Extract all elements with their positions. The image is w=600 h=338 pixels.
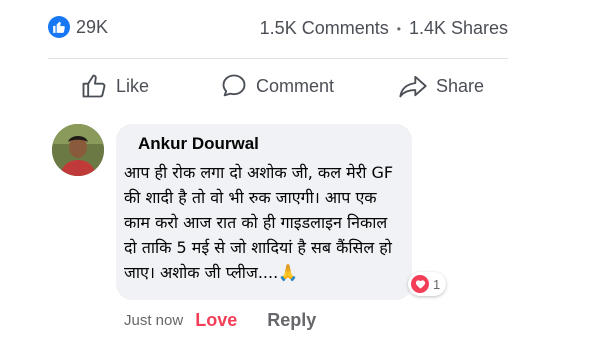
like-count-text: 29K [76, 16, 109, 37]
thumbs-up-icon [80, 72, 108, 100]
share-count[interactable]: 1.4K Shares [409, 18, 508, 39]
like-button[interactable]: Like [80, 72, 149, 100]
comment-reaction-count[interactable]: 1 [408, 272, 447, 296]
comment-text-line: जाए। अशोक जी प्लीज....🙏 [124, 263, 299, 282]
avatar[interactable] [52, 124, 104, 176]
share-arrow-icon [398, 72, 428, 100]
comment-button[interactable]: Comment [220, 72, 334, 100]
share-button[interactable]: Share [398, 72, 484, 100]
comment-text-line: दो ताकि 5 मई से जो शादियां है सब कैंसिल … [124, 238, 392, 257]
comment-text-line: आप ही रोक लगा दो अशोक जी, कल मेरी GF [124, 163, 394, 182]
reply-button[interactable]: Reply [267, 310, 316, 331]
post-action-bar: Like Comment Share [80, 72, 500, 106]
post-stats-bar: 29K 1.5K Comments • 1.4K Shares [48, 16, 508, 42]
comment-label: Comment [256, 75, 335, 96]
comment-text-line: काम करो आज रात को ही गाइडलाइन निकाल [124, 213, 388, 232]
stats-separator: • [396, 21, 401, 36]
thumbs-up-badge-icon [48, 16, 70, 38]
comment-count[interactable]: 1.5K Comments [260, 18, 389, 39]
like-label: Like [116, 75, 150, 96]
comment-meta: Just now Love Reply [124, 310, 316, 331]
comment-author[interactable]: Ankur Dourwal [138, 134, 259, 154]
comment-text: आप ही रोक लगा दो अशोक जी, कल मेरी GF की … [124, 160, 410, 285]
engagement-counts: 1.5K Comments • 1.4K Shares [260, 18, 508, 39]
comment-text-line: की शादी है तो वो भी रुक जाएगी। आप एक [124, 188, 377, 207]
divider [48, 58, 508, 59]
heart-icon [411, 275, 429, 293]
comment-bubble: Ankur Dourwal आप ही रोक लगा दो अशोक जी, … [116, 124, 412, 300]
like-count[interactable]: 29K [48, 16, 108, 38]
reaction-count: 1 [433, 276, 441, 292]
share-label: Share [436, 75, 485, 96]
love-button[interactable]: Love [195, 310, 237, 331]
comment-bubble-icon [220, 72, 248, 100]
comment-timestamp[interactable]: Just now [124, 312, 183, 329]
